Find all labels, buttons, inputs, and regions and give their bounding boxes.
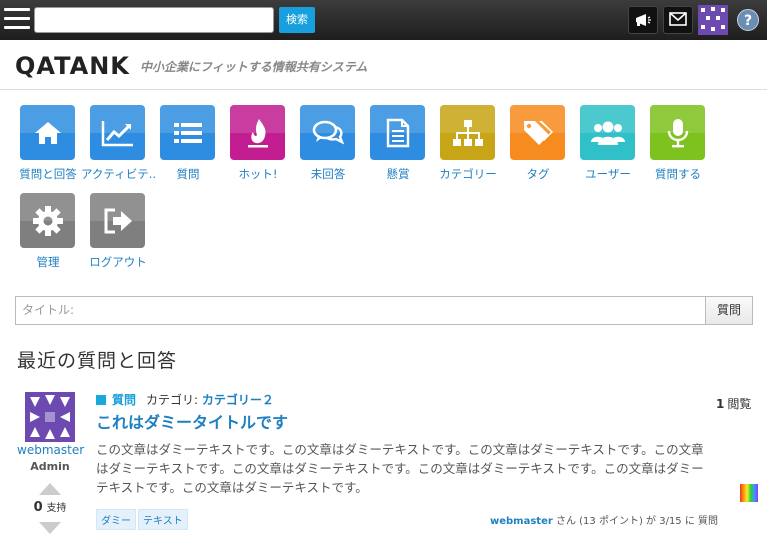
nav-tile-label[interactable]: 未回答 [291,166,365,182]
question-kind[interactable]: 質問 [112,393,136,407]
avatar[interactable] [25,392,75,442]
author-name[interactable]: webmaster [17,443,84,457]
nav-tile-label[interactable]: 質問する [641,166,715,182]
users-icon[interactable] [580,105,635,160]
question-title-link[interactable]: これはダミータイトルです [96,409,288,433]
question-footer: webmaster さん (13 ポイント) が 3/15 に 質問 [490,512,718,527]
top-bar: 検索 ? [0,0,767,40]
question-kind-icon [96,395,106,405]
color-widget-icon[interactable] [740,484,758,502]
nav-tile-label[interactable]: 懸賞 [361,166,435,182]
site-logo[interactable]: QATANK [15,52,130,80]
user-avatar[interactable] [698,5,728,35]
footer-user-link[interactable]: webmaster [490,516,553,527]
nav-tile-9[interactable]: ユーザー [577,105,637,182]
view-count: 1 閲覧 [716,395,751,412]
category-link[interactable]: カテゴリー２ [202,393,274,407]
flame-icon[interactable] [230,105,285,160]
nav-tile-7[interactable]: カテゴリー [437,105,497,182]
nav-tile-label[interactable]: ログアウト [81,254,155,270]
author-role: Admin [30,460,70,473]
nav-tile-5[interactable]: 未回答 [297,105,357,182]
help-icon[interactable]: ? [737,9,759,31]
nav-tile-1[interactable]: 質問と回答 [17,105,77,182]
megaphone-icon[interactable] [628,6,658,34]
mail-icon[interactable] [663,6,693,34]
section-title: 最近の質問と回答 [17,350,178,372]
nav-tile-6[interactable]: 懸賞 [367,105,427,182]
view-number: 1 [716,397,725,411]
nav-tile-12[interactable]: ログアウト [87,193,147,270]
nav-tile-label[interactable]: 質問 [151,166,225,182]
activity-chart-icon[interactable] [90,105,145,160]
footer-info: さん (13 ポイント) が 3/15 に 質問 [552,516,719,527]
nav-tile-3[interactable]: 質問 [157,105,217,182]
search-input[interactable] [34,7,274,33]
document-icon[interactable] [370,105,425,160]
tags-icon[interactable] [510,105,565,160]
microphone-icon[interactable] [650,105,705,160]
tag-link[interactable]: ダミー [96,509,136,530]
vote-count: 0 支持 [20,499,80,515]
vote-down-button[interactable] [39,522,61,534]
nav-tile-label[interactable]: 管理 [11,254,85,270]
nav-tile-10[interactable]: 質問する [647,105,707,182]
vote-up-button[interactable] [39,483,61,495]
category-label: カテゴリ: [146,393,202,407]
site-header: QATANK 中小企業にフィットする情報共有システム [0,40,767,90]
question-title-input[interactable]: タイトル: [15,296,706,325]
question-excerpt: この文章はダミーテキストです。この文章はダミーテキストです。この文章はダミーテキ… [96,442,704,495]
sitemap-icon[interactable] [440,105,495,160]
nav-tile-4[interactable]: ホット! [227,105,287,182]
nav-tile-label[interactable]: カテゴリー [431,166,505,182]
nav-tile-label[interactable]: タグ [501,166,575,182]
menu-icon[interactable] [4,8,30,32]
speech-bubbles-icon[interactable] [300,105,355,160]
nav-tile-11[interactable]: 管理 [17,193,77,270]
question-meta: 質問 カテゴリ: カテゴリー２ [96,391,274,408]
search-button[interactable]: 検索 [279,7,315,33]
home-icon[interactable] [20,105,75,160]
nav-tile-label[interactable]: ユーザー [571,166,645,182]
nav-tile-label[interactable]: 質問と回答 [11,166,85,182]
ask-button[interactable]: 質問 [705,296,753,325]
gear-icon[interactable] [20,193,75,248]
tag-link[interactable]: テキスト [138,509,188,530]
nav-tile-2[interactable]: アクティビテ.. [81,105,155,182]
ask-question-form: タイトル: 質問 [15,296,753,325]
nav-tile-label[interactable]: ホット! [221,166,295,182]
tag-list: ダミー テキスト [96,509,190,530]
nav-tile-label[interactable]: アクティビテ.. [81,166,155,182]
vote-number: 0 [33,500,43,515]
vote-label: 支持 [46,503,67,514]
view-label: 閲覧 [727,397,752,411]
list-icon[interactable] [160,105,215,160]
nav-tile-8[interactable]: タグ [507,105,567,182]
logout-icon[interactable] [90,193,145,248]
site-tagline: 中小企業にフィットする情報共有システム [140,60,368,74]
